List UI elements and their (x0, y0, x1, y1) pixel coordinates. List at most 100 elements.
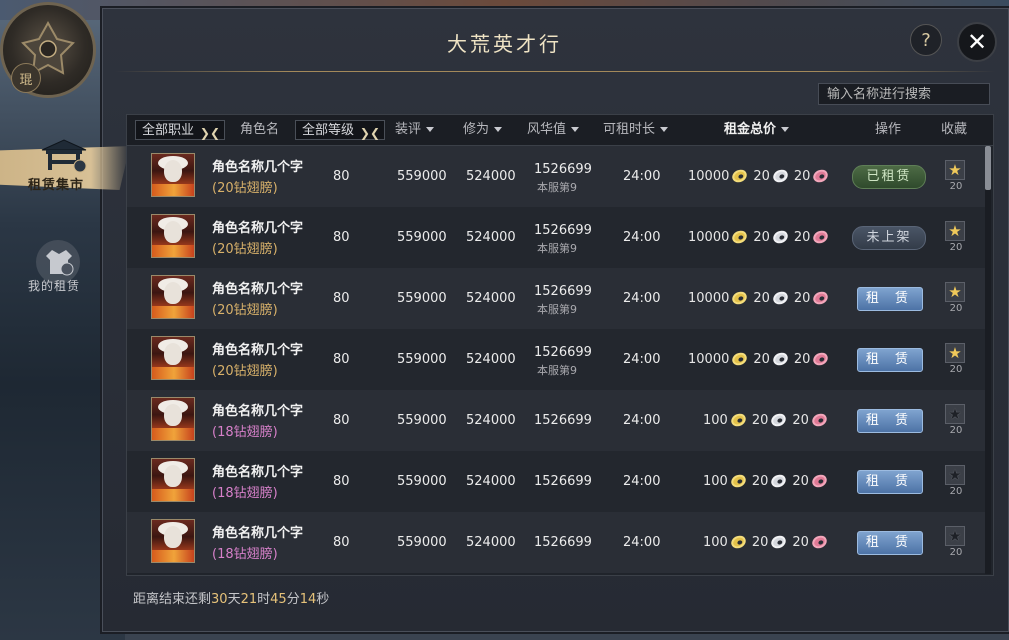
gold-coin-icon (730, 167, 750, 185)
duration-value: 24:00 (623, 230, 661, 245)
duration-value: 24:00 (623, 352, 661, 367)
gold-coin-icon (728, 472, 748, 490)
character-avatar[interactable] (151, 458, 195, 502)
level-value: 80 (333, 352, 350, 367)
score-value: 559000 (397, 291, 447, 306)
duration-value: 24:00 (623, 169, 661, 184)
favorite-toggle[interactable]: ★ 20 (945, 343, 967, 381)
silver-coin-icon (771, 350, 790, 368)
price-silver: 20 (751, 473, 769, 489)
caret-down-icon (781, 127, 790, 132)
pink-coin-icon (811, 228, 831, 246)
character-name: 角色名称几个字 (212, 526, 304, 541)
character-name: 角色名称几个字 (212, 404, 304, 419)
countdown-text: 距离结束还剩30天21时45分14秒 (133, 588, 329, 607)
star-icon: ★ (945, 221, 965, 241)
avatar-face (164, 221, 182, 243)
tab-label: 租赁集市 (28, 178, 85, 193)
rent-button[interactable]: 租 赁 (857, 348, 923, 372)
favorite-toggle[interactable]: ★ 20 (945, 465, 967, 503)
col-score-sort[interactable]: 装评 (395, 115, 435, 145)
wing-info: (20钻翅膀) (212, 364, 278, 379)
star-icon: ★ (945, 343, 965, 363)
character-avatar[interactable] (151, 153, 195, 197)
col-total-rent-label: 租金总价 (724, 122, 777, 137)
character-avatar[interactable] (151, 275, 195, 319)
level-filter-dropdown[interactable]: 全部等级 ❯❮ (295, 120, 385, 140)
col-fame-sort[interactable]: 风华值 (527, 115, 580, 145)
avatar-flame (152, 489, 194, 501)
rent-price: 100 20 20 (703, 471, 833, 491)
job-filter-dropdown[interactable]: 全部职业 ❯❮ (135, 120, 225, 140)
price-pink: 20 (792, 473, 809, 489)
silver-coin-icon (769, 472, 789, 490)
price-silver: 20 (751, 534, 769, 550)
server-rank: 本服第9 (537, 364, 577, 377)
scrollbar-thumb[interactable] (985, 146, 991, 190)
favorite-toggle[interactable]: ★ 20 (945, 160, 967, 198)
col-cultivation-sort[interactable]: 修为 (463, 115, 503, 145)
gold-coin-icon (728, 533, 748, 551)
rent-button[interactable]: 租 赁 (857, 287, 923, 311)
countdown-days-unit: 天 (227, 592, 241, 607)
avatar-face (164, 282, 182, 304)
table-row[interactable]: 角色名称几个字 (18钻翅膀) 80 559000 524000 1526699 24:00… (127, 512, 985, 573)
favorite-toggle[interactable]: ★ 20 (945, 404, 967, 442)
character-avatar[interactable] (151, 336, 195, 380)
tab-rental-market[interactable]: 租赁集市 (0, 128, 130, 200)
close-button[interactable]: ✕ (957, 22, 997, 62)
table-row[interactable]: 角色名称几个字 (20钻翅膀) 80 559000 524000 1526699 本服第9 2… (127, 146, 985, 207)
countdown-seconds-unit: 秒 (316, 592, 330, 607)
fame-value: 1526699 (534, 535, 592, 550)
search-input[interactable] (818, 83, 990, 105)
favorite-count: 20 (949, 364, 963, 375)
help-button[interactable]: ? (910, 24, 942, 56)
price-gold: 100 (703, 412, 728, 428)
fame-value: 1526699 (534, 345, 592, 360)
table-row[interactable]: 角色名称几个字 (20钻翅膀) 80 559000 524000 1526699 本服第9 2… (127, 268, 985, 329)
star-icon: ★ (945, 526, 965, 546)
emblem-seal: 琨 (11, 63, 41, 93)
level-value: 80 (333, 535, 350, 550)
price-pink: 20 (793, 290, 811, 306)
price-gold: 10000 (688, 351, 730, 367)
character-avatar[interactable] (151, 214, 195, 258)
character-name: 角色名称几个字 (212, 160, 304, 175)
favorite-toggle[interactable]: ★ 20 (945, 526, 967, 564)
score-value: 559000 (397, 169, 447, 184)
favorite-toggle[interactable]: ★ 20 (945, 221, 967, 259)
rent-button[interactable]: 租 赁 (857, 531, 923, 555)
rent-button[interactable]: 租 赁 (857, 470, 923, 494)
pink-coin-icon (811, 350, 831, 368)
favorite-toggle[interactable]: ★ 20 (945, 282, 967, 320)
col-fame-label: 风华值 (527, 122, 567, 137)
table-row[interactable]: 角色名称几个字 (20钻翅膀) 80 559000 524000 1526699 本服第9 2… (127, 329, 985, 390)
rent-price: 10000 20 20 (688, 288, 834, 308)
rent-button[interactable]: 租 赁 (857, 409, 923, 433)
character-name: 角色名称几个字 (212, 221, 304, 236)
rent-price: 10000 20 20 (688, 349, 834, 369)
table-row[interactable]: 角色名称几个字 (18钻翅膀) 80 559000 524000 1526699 24:00… (127, 451, 985, 512)
table-scrollbar[interactable] (985, 146, 991, 574)
price-silver: 20 (753, 168, 770, 184)
col-duration-sort[interactable]: 可租时长 (603, 115, 669, 145)
chevron-down-icon: ❯❮ (359, 126, 380, 140)
tab-my-rentals[interactable]: 我的租赁 (20, 240, 100, 300)
rent-price: 100 20 20 (703, 410, 833, 430)
col-cultivation-label: 修为 (463, 122, 490, 137)
wing-info: (18钻翅膀) (212, 425, 278, 440)
col-total-rent-sort[interactable]: 租金总价 (724, 115, 790, 145)
cultivation-value: 524000 (466, 352, 516, 367)
table-row[interactable]: 角色名称几个字 (20钻翅膀) 80 559000 524000 1526699 本服第9 2… (127, 207, 985, 268)
off-shelf-badge: 未上架 (852, 226, 926, 250)
rent-price: 100 20 20 (703, 532, 833, 552)
pink-coin-icon (810, 472, 829, 490)
table-row[interactable]: 角色名称几个字 (18钻翅膀) 80 559000 524000 1526699 24:00… (127, 390, 985, 451)
col-operation: 操作 (875, 122, 902, 137)
price-pink: 20 (793, 229, 811, 245)
price-pink: 20 (793, 351, 811, 367)
character-avatar[interactable] (151, 519, 195, 563)
fame-value: 1526699 (534, 284, 592, 299)
avatar-face (164, 526, 182, 548)
character-avatar[interactable] (151, 397, 195, 441)
